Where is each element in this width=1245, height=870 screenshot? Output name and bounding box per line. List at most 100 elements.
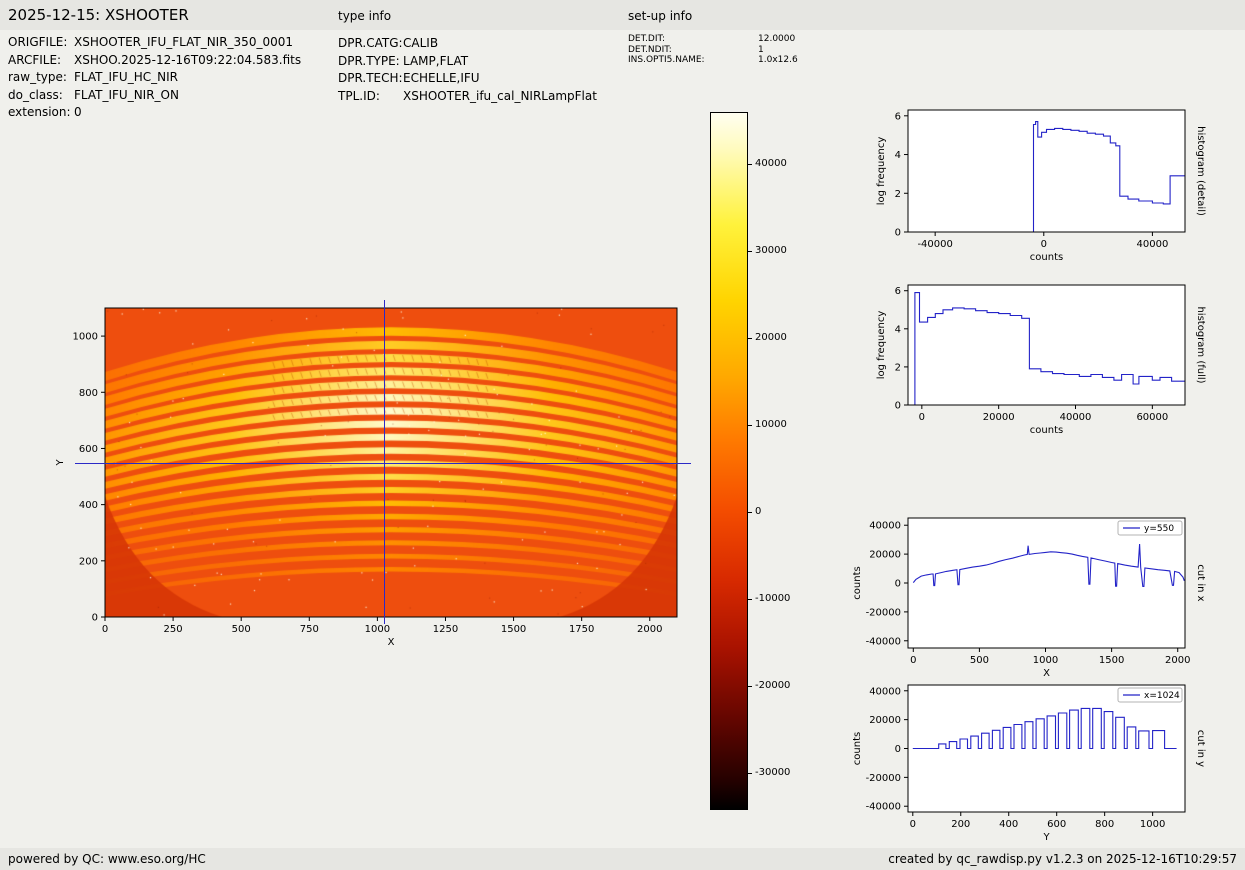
page-title: 2025-12-15: XSHOOTER <box>8 6 189 24</box>
header-bar: 2025-12-15: XSHOOTER type info set-up in… <box>0 0 1245 30</box>
svg-text:1000: 1000 <box>1140 819 1165 830</box>
file-info-row: extension:0 <box>8 105 301 123</box>
meta-value: ECHELLE,IFU <box>403 71 480 89</box>
footer-left-text: powered by QC: www.eso.org/HC <box>8 852 206 866</box>
svg-text:Y: Y <box>55 459 66 467</box>
svg-text:200: 200 <box>951 819 970 830</box>
svg-text:log frequency: log frequency <box>876 137 887 206</box>
colorbar-tick <box>748 512 752 513</box>
svg-text:400: 400 <box>999 819 1018 830</box>
crosshair-horizontal-line <box>75 463 691 464</box>
svg-text:-40000: -40000 <box>917 239 952 250</box>
svg-text:20000: 20000 <box>983 412 1015 423</box>
svg-text:-20000: -20000 <box>866 773 901 784</box>
footer-right-text: created by qc_rawdisp.py v1.2.3 on 2025-… <box>888 852 1237 866</box>
colorbar-tick <box>748 338 752 339</box>
setup-info-heading: set-up info <box>628 9 692 23</box>
meta-value: FLAT_IFU_HC_NIR <box>74 70 178 88</box>
svg-text:counts: counts <box>852 566 863 599</box>
svg-text:250: 250 <box>164 624 183 635</box>
cut-in-y-plot: 02004006008001000-40000-2000002000040000… <box>908 685 1185 812</box>
svg-text:cut in x: cut in x <box>1195 564 1206 601</box>
setup-info-row: DET.DIT:12.0000 <box>628 34 798 45</box>
type-info-row: DPR.TECH:ECHELLE,IFU <box>338 71 597 89</box>
svg-text:0: 0 <box>895 579 901 590</box>
svg-text:1750: 1750 <box>569 624 594 635</box>
svg-text:2000: 2000 <box>1165 655 1190 666</box>
colorbar-tick-label: 40000 <box>755 159 787 169</box>
svg-text:1000: 1000 <box>365 624 390 635</box>
svg-text:x=1024: x=1024 <box>1144 691 1180 701</box>
svg-text:1000: 1000 <box>1033 655 1058 666</box>
meta-label: do_class: <box>8 88 74 106</box>
svg-text:-20000: -20000 <box>866 607 901 618</box>
svg-text:600: 600 <box>1047 819 1066 830</box>
type-info-row: DPR.TYPE:LAMP,FLAT <box>338 54 597 72</box>
footer-bar: powered by QC: www.eso.org/HC created by… <box>0 848 1245 870</box>
type-info-block: DPR.CATG:CALIB DPR.TYPE:LAMP,FLAT DPR.TE… <box>338 36 597 106</box>
svg-text:6: 6 <box>895 286 901 297</box>
colorbar: 400003000020000100000-10000-20000-30000 <box>710 112 746 808</box>
type-info-heading: type info <box>338 9 391 23</box>
colorbar-tick-label: 0 <box>755 507 761 517</box>
svg-text:X: X <box>1043 668 1050 679</box>
svg-text:4: 4 <box>895 324 901 335</box>
svg-text:0: 0 <box>102 624 108 635</box>
svg-text:2: 2 <box>895 362 901 373</box>
cut-in-x-plot: 0500100015002000-40000-2000002000040000X… <box>908 518 1185 648</box>
svg-text:0: 0 <box>895 228 901 239</box>
svg-text:1500: 1500 <box>1099 655 1124 666</box>
svg-text:0: 0 <box>919 412 925 423</box>
svg-text:500: 500 <box>970 655 989 666</box>
svg-text:500: 500 <box>232 624 251 635</box>
setup-info-row: DET.NDIT:1 <box>628 45 798 56</box>
svg-text:0: 0 <box>910 819 916 830</box>
svg-text:cut in y: cut in y <box>1195 730 1206 767</box>
svg-text:40000: 40000 <box>869 521 901 532</box>
svg-text:0: 0 <box>910 655 916 666</box>
svg-text:0: 0 <box>895 744 901 755</box>
svg-text:histogram (full): histogram (full) <box>1195 306 1206 383</box>
meta-value: CALIB <box>403 36 438 54</box>
file-info-block: ORIGFILE:XSHOOTER_IFU_FLAT_NIR_350_0001 … <box>8 35 301 123</box>
meta-value: 0 <box>74 105 82 123</box>
svg-text:counts: counts <box>1030 252 1063 263</box>
colorbar-tick-label: 20000 <box>755 333 787 343</box>
meta-label: TPL.ID: <box>338 89 403 107</box>
svg-text:log frequency: log frequency <box>876 311 887 380</box>
meta-label: DET.NDIT: <box>628 45 758 56</box>
meta-label: INS.OPTI5.NAME: <box>628 55 758 66</box>
meta-value: 12.0000 <box>758 34 795 45</box>
svg-text:400: 400 <box>79 500 98 511</box>
meta-label: ARCFILE: <box>8 53 74 71</box>
svg-text:200: 200 <box>79 556 98 567</box>
svg-text:2: 2 <box>895 189 901 200</box>
meta-label: extension: <box>8 105 74 123</box>
meta-value: 1 <box>758 45 764 56</box>
colorbar-tick <box>748 773 752 774</box>
svg-text:800: 800 <box>1095 819 1114 830</box>
setup-info-row: INS.OPTI5.NAME:1.0x12.6 <box>628 55 798 66</box>
svg-text:1000: 1000 <box>73 332 98 343</box>
svg-text:4: 4 <box>895 150 901 161</box>
svg-text:histogram (detail): histogram (detail) <box>1195 126 1206 216</box>
colorbar-tick <box>748 425 752 426</box>
svg-text:1250: 1250 <box>433 624 458 635</box>
svg-text:X: X <box>388 637 395 648</box>
svg-text:-40000: -40000 <box>866 802 901 813</box>
type-info-row: DPR.CATG:CALIB <box>338 36 597 54</box>
svg-text:counts: counts <box>1030 425 1063 436</box>
svg-text:0: 0 <box>1041 239 1047 250</box>
colorbar-tick-label: 30000 <box>755 246 787 256</box>
meta-label: raw_type: <box>8 70 74 88</box>
raw-image-plot: 0250500750100012501500175020000200400600… <box>105 308 677 617</box>
svg-text:40000: 40000 <box>1137 239 1169 250</box>
histogram-full-plot: 02000040000600000246countslog frequencyh… <box>908 285 1185 405</box>
meta-label: DPR.CATG: <box>338 36 403 54</box>
colorbar-tick <box>748 251 752 252</box>
svg-text:40000: 40000 <box>869 686 901 697</box>
colorbar-tick-label: -20000 <box>755 681 790 691</box>
svg-text:counts: counts <box>852 732 863 765</box>
file-info-row: ARCFILE:XSHOO.2025-12-16T09:22:04.583.fi… <box>8 53 301 71</box>
type-info-row: TPL.ID:XSHOOTER_ifu_cal_NIRLampFlat <box>338 89 597 107</box>
